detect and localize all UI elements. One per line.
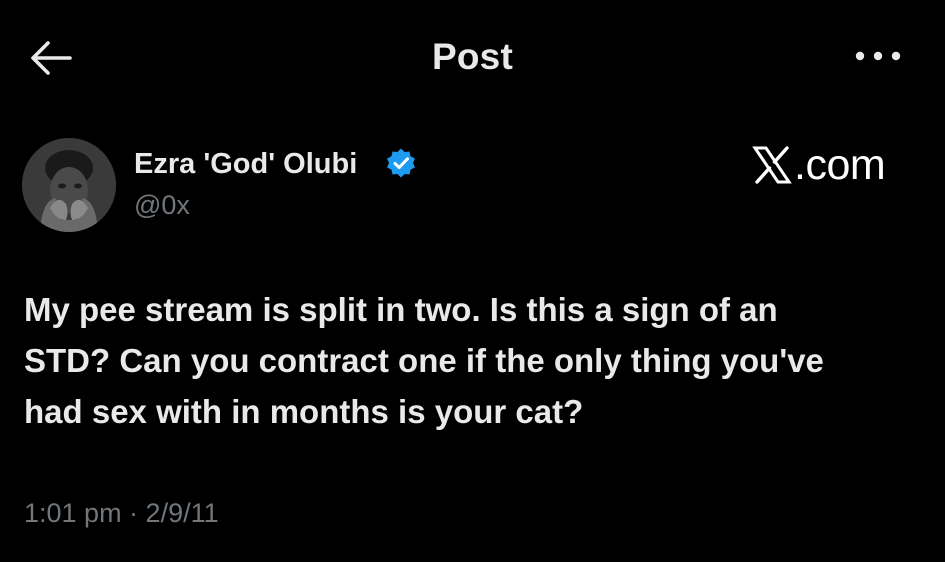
more-options-button[interactable] — [852, 44, 904, 68]
user-handle[interactable]: @0x — [134, 190, 190, 221]
more-horizontal-icon — [855, 51, 901, 61]
avatar[interactable] — [22, 138, 116, 232]
post-timestamp[interactable]: 1:01 pm · 2/9/11 — [24, 498, 219, 529]
avatar-photo — [22, 138, 116, 232]
watermark-text: .com — [794, 141, 886, 189]
top-bar: Post — [0, 0, 945, 115]
page-title: Post — [432, 36, 513, 77]
tweet-line: STD? Can you contract one if the only th… — [24, 342, 824, 379]
watermark: .com — [752, 141, 886, 189]
verified-badge-icon — [385, 147, 417, 179]
tweet-line: My pee stream is split in two. Is this a… — [24, 291, 778, 328]
tweet-line: had sex with in months is your cat? — [24, 393, 584, 430]
tweet-text: My pee stream is split in two. Is this a… — [24, 284, 924, 437]
display-name[interactable]: Ezra 'God' Olubi — [134, 148, 357, 181]
x-logo-icon — [752, 145, 792, 185]
